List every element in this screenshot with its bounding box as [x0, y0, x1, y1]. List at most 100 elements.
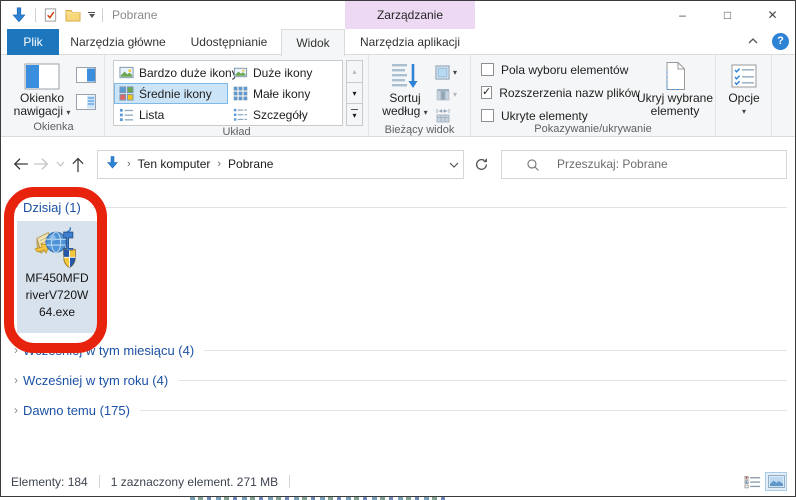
downloads-folder-icon — [105, 155, 120, 173]
quick-access-toolbar: Pobrane — [1, 6, 157, 24]
collapse-ribbon-icon[interactable] — [743, 31, 763, 51]
group-by-icon[interactable]: ▾ — [435, 64, 457, 80]
address-bar[interactable]: › Ten komputer › Pobrane — [97, 149, 464, 179]
thumbnail-view-toggle-icon[interactable] — [765, 472, 787, 491]
group-header-today[interactable]: › Dzisiaj (1) — [9, 199, 787, 215]
gallery-scroll-down-icon[interactable]: ▾ — [346, 82, 363, 105]
hide-selected-items-icon — [663, 60, 688, 92]
address-dropdown-chevron-icon[interactable] — [449, 157, 459, 171]
checkbox-item-hidden-items[interactable]: Ukryte elementy — [481, 108, 635, 123]
installer-exe-icon — [34, 226, 76, 268]
breadcrumb-chevron-icon[interactable]: › — [120, 158, 138, 170]
options-button[interactable]: Opcje ▾ — [720, 60, 768, 118]
group-collapsed-chevron-icon[interactable]: › — [9, 373, 23, 387]
recent-locations-chevron-icon[interactable] — [53, 151, 67, 177]
file-name-line: 64.exe — [38, 305, 76, 319]
sort-by-button[interactable]: Sortuj według ▾ — [379, 60, 431, 119]
breadcrumb-downloads[interactable]: Pobrane — [228, 157, 273, 171]
checkbox-item-check-boxes[interactable]: Pola wyboru elementów — [481, 62, 635, 77]
window-title: Pobrane — [112, 8, 158, 22]
ribbon-group-layout: Bardzo duże ikony Średnie ikony Lista Du… — [105, 55, 369, 138]
qat-separator — [102, 8, 103, 22]
group-collapsed-chevron-icon[interactable]: › — [9, 403, 23, 417]
status-bar: Elementy: 184 1 zaznaczony element. 271 … — [1, 468, 795, 495]
search-input[interactable] — [557, 150, 777, 178]
navigation-pane-icon — [24, 60, 60, 92]
breadcrumb-chevron-icon[interactable]: › — [210, 158, 228, 170]
layout-option-large-icons[interactable]: Duże ikony — [228, 62, 342, 83]
ribbon-group-current-view: Sortuj według ▾ ▾ ▾ Bieżący widok — [369, 55, 471, 136]
checkbox-item-file-extensions[interactable]: ✓ Rozszerzenia nazw plików — [481, 85, 640, 100]
back-icon[interactable] — [9, 151, 31, 177]
group-header-earlier-this-month[interactable]: › Wcześniej w tym miesiącu (4) — [9, 342, 787, 358]
ribbon-group-show-hide: Pola wyboru elementów ✓ Rozszerzenia naz… — [471, 55, 716, 136]
group-collapsed-chevron-icon[interactable]: › — [9, 343, 23, 357]
group-label-panes: Okienka — [33, 121, 74, 133]
checkbox-unchecked[interactable] — [481, 63, 494, 76]
medium-icons-icon — [119, 86, 134, 101]
layout-option-details[interactable]: Szczegóły — [228, 104, 342, 125]
large-icons-icon — [233, 65, 248, 80]
file-name-line: MF450MFD — [25, 271, 89, 285]
ribbon-group-options: Opcje ▾ — [716, 55, 772, 136]
layout-option-medium-icons-selected[interactable]: Średnie ikony — [114, 83, 228, 104]
group-label-options — [716, 121, 771, 136]
gallery-scroll-up-icon[interactable]: ▴ — [346, 60, 363, 83]
breadcrumb-this-pc[interactable]: Ten komputer — [138, 157, 211, 171]
extra-large-icons-icon — [119, 65, 134, 80]
qat-separator — [35, 8, 36, 22]
properties-icon[interactable] — [43, 7, 58, 23]
address-toolbar: › Ten komputer › Pobrane — [1, 137, 795, 187]
navigation-pane-button[interactable]: Okienko nawigacji ▾ — [13, 60, 71, 119]
items-count: Elementy: 184 — [11, 474, 88, 489]
checkbox-unchecked[interactable] — [481, 109, 494, 122]
minimize-button[interactable]: – — [660, 1, 705, 29]
tab-share[interactable]: Udostępnianie — [177, 29, 281, 55]
forward-icon[interactable] — [31, 151, 53, 177]
checkbox-checked[interactable]: ✓ — [481, 86, 493, 99]
gallery-scroll-strip: ▴ ▾ ▾ — [346, 60, 363, 127]
options-icon — [731, 60, 757, 92]
layout-option-extra-large-icons[interactable]: Bardzo duże ikony — [114, 62, 238, 83]
hide-selected-items-button[interactable]: Ukryj wybrane elementy — [635, 60, 715, 118]
group-rule — [178, 379, 787, 381]
group-header-earlier-this-year[interactable]: › Wcześniej w tym roku (4) — [9, 372, 787, 388]
add-columns-icon[interactable]: ▾ — [435, 86, 457, 102]
selected-file-tile[interactable]: MF450MFD riverV720W 64.exe — [17, 221, 97, 333]
group-rule — [90, 206, 787, 208]
layout-option-small-icons[interactable]: Małe ikony — [228, 83, 342, 104]
tab-view-active[interactable]: Widok — [281, 29, 345, 56]
details-view-toggle-icon[interactable] — [741, 472, 763, 491]
maximize-button[interactable]: □ — [705, 1, 750, 29]
layout-gallery: Bardzo duże ikony Średnie ikony Lista Du… — [113, 60, 343, 126]
selection-summary: 1 zaznaczony element. 271 MB — [110, 474, 279, 489]
list-view-icon — [119, 107, 134, 122]
group-label-show-hide: Pokazywanie/ukrywanie — [534, 123, 652, 135]
tab-home[interactable]: Narzędzia główne — [59, 29, 177, 55]
navigation-pane-label2: nawigacji ▾ — [13, 104, 71, 118]
file-list-area: › Dzisiaj (1) MF450MFD riverV720W 64.exe… — [1, 187, 795, 468]
gallery-more-icon[interactable]: ▾ — [346, 104, 363, 127]
contextual-tab-header: Zarządzanie — [345, 1, 475, 29]
customize-qat-caret-icon[interactable] — [88, 12, 95, 18]
up-icon[interactable] — [67, 151, 89, 177]
group-header-long-ago[interactable]: › Dawno temu (175) — [9, 402, 787, 418]
preview-pane-icon[interactable] — [75, 66, 97, 84]
search-box[interactable] — [501, 149, 787, 179]
details-view-icon — [233, 107, 248, 122]
close-button[interactable]: ✕ — [750, 1, 795, 29]
group-label-layout: Układ — [222, 126, 251, 138]
details-pane-icon[interactable] — [75, 93, 97, 111]
group-rule — [204, 349, 787, 351]
new-folder-icon[interactable] — [65, 8, 81, 22]
layout-option-list[interactable]: Lista — [114, 104, 228, 125]
refresh-icon[interactable] — [469, 151, 493, 177]
downloads-folder-icon — [10, 6, 28, 24]
size-all-columns-icon[interactable] — [435, 108, 457, 124]
tab-file[interactable]: Plik — [7, 29, 59, 55]
group-expanded-chevron-icon[interactable]: › — [9, 200, 23, 214]
ribbon: Okienko nawigacji ▾ Okienka Bardzo duże … — [1, 55, 795, 138]
help-icon[interactable]: ? — [772, 32, 789, 50]
tab-application-tools[interactable]: Narzędzia aplikacji — [345, 29, 475, 55]
status-separator — [98, 475, 100, 488]
